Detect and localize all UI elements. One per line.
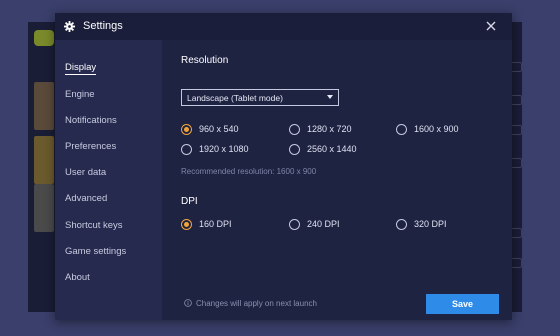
orientation-mode-dropdown[interactable]: Landscape (Tablet mode) — [181, 89, 339, 106]
app-thumbnail — [34, 184, 54, 232]
save-button[interactable]: Save — [426, 294, 499, 314]
apply-on-launch-note: Changes will apply on next launch — [184, 299, 317, 308]
radio-label: 240 DPI — [307, 219, 340, 229]
radio-label: 1920 x 1080 — [199, 144, 249, 154]
radio-dot — [181, 124, 192, 135]
info-icon — [184, 299, 192, 307]
footer-note-text: Changes will apply on next launch — [196, 299, 317, 308]
app-thumbnail — [34, 136, 54, 184]
settings-dialog: Settings Display Engine Notifications Pr… — [55, 13, 512, 320]
app-thumbnail — [34, 30, 54, 46]
chevron-down-icon — [327, 95, 333, 99]
resolution-heading: Resolution — [181, 55, 229, 66]
radio-dot — [396, 219, 407, 230]
sidebar-item-notifications[interactable]: Notifications — [65, 115, 117, 126]
dpi-heading: DPI — [181, 196, 198, 207]
gear-icon — [64, 21, 75, 32]
radio-label: 1280 x 720 — [307, 124, 352, 134]
dialog-title: Settings — [83, 20, 123, 32]
radio-dot — [181, 144, 192, 155]
sidebar-item-display[interactable]: Display — [65, 62, 97, 75]
radio-label: 160 DPI — [199, 219, 232, 229]
sidebar-item-user-data[interactable]: User data — [65, 167, 106, 178]
radio-label: 960 x 540 — [199, 124, 239, 134]
dropdown-selected-value: Landscape (Tablet mode) — [187, 93, 283, 103]
radio-dot — [289, 219, 300, 230]
radio-dot — [289, 124, 300, 135]
settings-sidebar: Display Engine Notifications Preferences… — [55, 40, 162, 320]
radio-label: 1600 x 900 — [414, 124, 459, 134]
recommended-resolution-hint: Recommended resolution: 1600 x 900 — [181, 167, 317, 176]
radio-label: 2560 x 1440 — [307, 144, 357, 154]
close-icon[interactable] — [485, 20, 497, 32]
sidebar-item-game-settings[interactable]: Game settings — [65, 246, 126, 257]
sidebar-item-preferences[interactable]: Preferences — [65, 141, 116, 152]
radio-dot — [396, 124, 407, 135]
dialog-titlebar: Settings — [55, 13, 512, 40]
app-thumbnail — [34, 82, 54, 130]
radio-dot — [181, 219, 192, 230]
radio-label: 320 DPI — [414, 219, 447, 229]
radio-dot — [289, 144, 300, 155]
sidebar-item-advanced[interactable]: Advanced — [65, 193, 107, 204]
display-settings-panel: Resolution Landscape (Tablet mode) 960 x… — [162, 40, 512, 320]
sidebar-item-about[interactable]: About — [65, 272, 90, 283]
sidebar-item-engine[interactable]: Engine — [65, 89, 95, 100]
sidebar-item-shortcut-keys[interactable]: Shortcut keys — [65, 220, 123, 231]
